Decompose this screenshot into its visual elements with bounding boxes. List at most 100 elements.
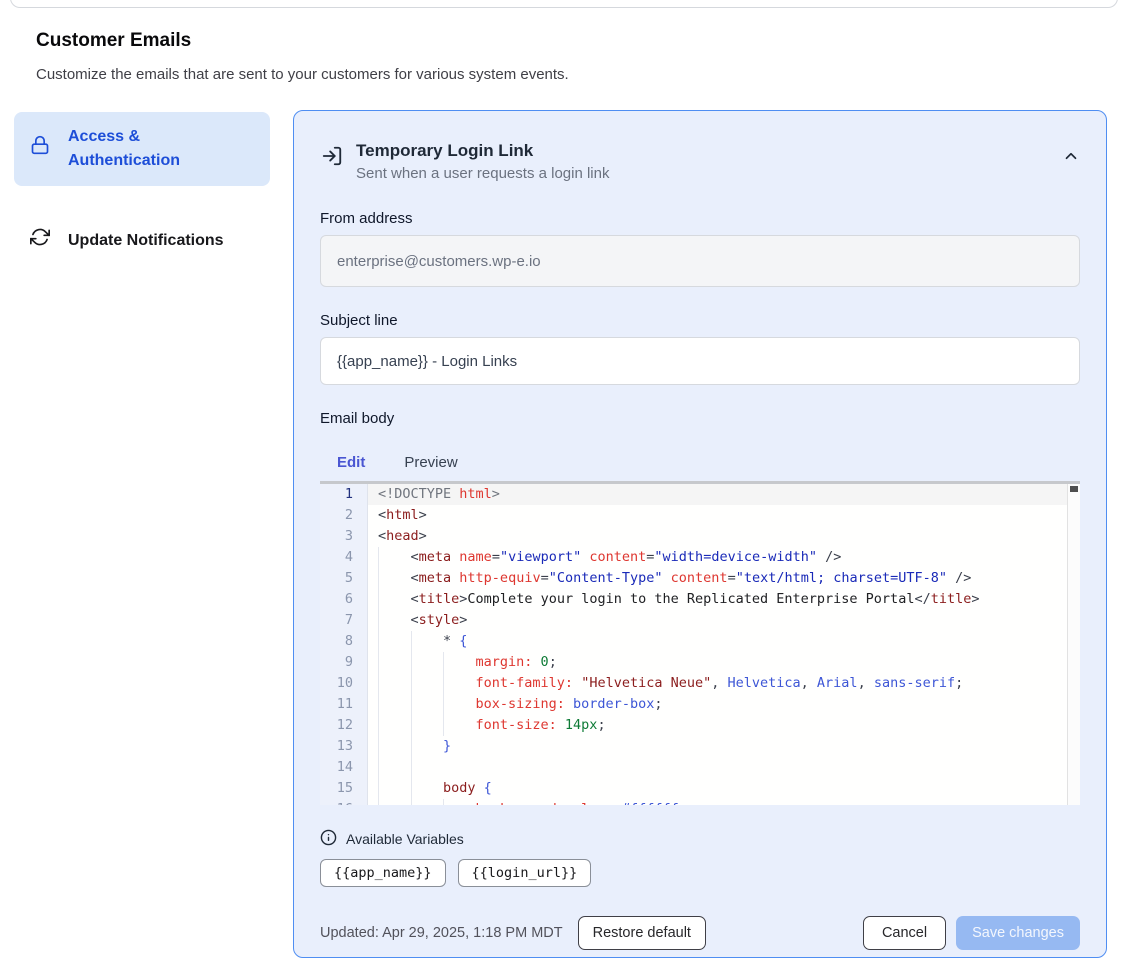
line-number: 12 — [320, 715, 368, 736]
email-types-sidebar: Access & Authentication Update Notificat… — [14, 112, 270, 268]
indent-guide — [443, 715, 476, 736]
variable-chip-login-url[interactable]: {{login_url}} — [458, 859, 592, 887]
restore-default-button[interactable]: Restore default — [578, 916, 706, 950]
subject-line-label: Subject line — [320, 312, 1080, 329]
indent-guide — [378, 757, 411, 778]
lock-icon — [30, 135, 50, 163]
indent-guide — [443, 652, 476, 673]
line-number: 16 — [320, 799, 368, 805]
variable-chip-app-name[interactable]: {{app_name}} — [320, 859, 446, 887]
email-body-code-editor[interactable]: 1<!DOCTYPE html>2<html>3<head>4<meta nam… — [320, 481, 1080, 805]
chevron-up-icon — [1062, 153, 1080, 168]
subject-line-input[interactable] — [320, 337, 1080, 385]
page-subtitle: Customize the emails that are sent to yo… — [36, 66, 569, 83]
cancel-button[interactable]: Cancel — [863, 916, 946, 950]
info-icon — [320, 829, 337, 849]
from-address-label: From address — [320, 210, 1080, 227]
panel-header-text: Temporary Login Link Sent when a user re… — [356, 139, 609, 185]
indent-guide — [378, 736, 411, 757]
tab-edit[interactable]: Edit — [320, 454, 380, 471]
line-number: 2 — [320, 505, 368, 526]
email-body-tabs: Edit Preview — [320, 444, 1080, 481]
code-line[interactable]: 5<meta http-equiv="Content-Type" content… — [320, 568, 1080, 589]
code-line[interactable]: 14 — [320, 757, 1080, 778]
refresh-icon — [30, 227, 50, 255]
line-number: 15 — [320, 778, 368, 799]
indent-guide — [378, 652, 411, 673]
collapse-section-button[interactable] — [1062, 147, 1080, 168]
editor-vertical-scrollbar[interactable] — [1067, 484, 1080, 805]
line-number: 1 — [320, 484, 368, 505]
indent-guide — [411, 799, 444, 805]
active-tab-underline — [320, 481, 378, 484]
page-title: Customer Emails — [36, 30, 191, 52]
indent-guide — [378, 799, 411, 805]
sidebar-item-update-notifications[interactable]: Update Notifications — [14, 214, 270, 268]
line-number: 11 — [320, 694, 368, 715]
indent-guide — [378, 631, 411, 652]
code-line[interactable]: 13} — [320, 736, 1080, 757]
indent-guide — [378, 547, 411, 568]
indent-guide — [378, 673, 411, 694]
code-line[interactable]: 16background-color: #ffffff; — [320, 799, 1080, 805]
panel-footer: Updated: Apr 29, 2025, 1:18 PM MDT Resto… — [320, 916, 1080, 950]
tab-preview[interactable]: Preview — [389, 454, 472, 471]
indent-guide — [411, 757, 444, 778]
sidebar-item-label: Update Notifications — [68, 229, 224, 253]
email-body-label: Email body — [320, 410, 1080, 427]
code-line[interactable]: 9margin: 0; — [320, 652, 1080, 673]
available-variables-row: Available Variables — [320, 829, 1080, 849]
code-line[interactable]: 10font-family: "Helvetica Neue", Helveti… — [320, 673, 1080, 694]
code-line[interactable]: 7<style> — [320, 610, 1080, 631]
sidebar-item-label: Access & Authentication — [68, 125, 208, 173]
indent-guide — [443, 673, 476, 694]
customer-emails-page: Customer Emails Customize the emails tha… — [0, 0, 1128, 980]
code-line[interactable]: 2<html> — [320, 505, 1080, 526]
code-lines: 1<!DOCTYPE html>2<html>3<head>4<meta nam… — [320, 484, 1080, 805]
line-number: 10 — [320, 673, 368, 694]
panel-subtitle: Sent when a user requests a login link — [356, 163, 609, 185]
code-line[interactable]: 8* { — [320, 631, 1080, 652]
indent-guide — [378, 610, 411, 631]
indent-guide — [411, 673, 444, 694]
code-line[interactable]: 15body { — [320, 778, 1080, 799]
indent-guide — [411, 694, 444, 715]
code-line[interactable]: 3<head> — [320, 526, 1080, 547]
indent-guide — [411, 736, 444, 757]
line-number: 13 — [320, 736, 368, 757]
save-changes-button[interactable]: Save changes — [956, 916, 1080, 950]
line-number: 4 — [320, 547, 368, 568]
code-line[interactable]: 4<meta name="viewport" content="width=de… — [320, 547, 1080, 568]
line-number: 5 — [320, 568, 368, 589]
indent-guide — [443, 799, 476, 805]
line-number: 7 — [320, 610, 368, 631]
available-variables-label: Available Variables — [346, 831, 464, 847]
indent-guide — [378, 568, 411, 589]
indent-guide — [378, 694, 411, 715]
indent-guide — [378, 715, 411, 736]
editor-scrollbar-thumb[interactable] — [1070, 486, 1078, 492]
line-number: 14 — [320, 757, 368, 778]
indent-guide — [411, 631, 444, 652]
code-line[interactable]: 1<!DOCTYPE html> — [320, 484, 1080, 505]
panel-title: Temporary Login Link — [356, 139, 609, 163]
panel-header: Temporary Login Link Sent when a user re… — [320, 139, 1080, 185]
indent-guide — [378, 778, 411, 799]
log-in-icon — [321, 145, 343, 172]
code-line[interactable]: 12font-size: 14px; — [320, 715, 1080, 736]
line-number: 8 — [320, 631, 368, 652]
indent-guide — [443, 694, 476, 715]
indent-guide — [411, 715, 444, 736]
temporary-login-link-panel: Temporary Login Link Sent when a user re… — [293, 110, 1107, 958]
variable-chips: {{app_name}} {{login_url}} — [320, 859, 1080, 887]
updated-timestamp: Updated: Apr 29, 2025, 1:18 PM MDT — [320, 925, 563, 941]
line-number: 9 — [320, 652, 368, 673]
line-number: 3 — [320, 526, 368, 547]
indent-guide — [378, 589, 411, 610]
from-address-input[interactable] — [320, 235, 1080, 287]
sidebar-item-access-authentication[interactable]: Access & Authentication — [14, 112, 270, 186]
code-line[interactable]: 6<title>Complete your login to the Repli… — [320, 589, 1080, 610]
code-line[interactable]: 11box-sizing: border-box; — [320, 694, 1080, 715]
line-number: 6 — [320, 589, 368, 610]
indent-guide — [411, 778, 444, 799]
